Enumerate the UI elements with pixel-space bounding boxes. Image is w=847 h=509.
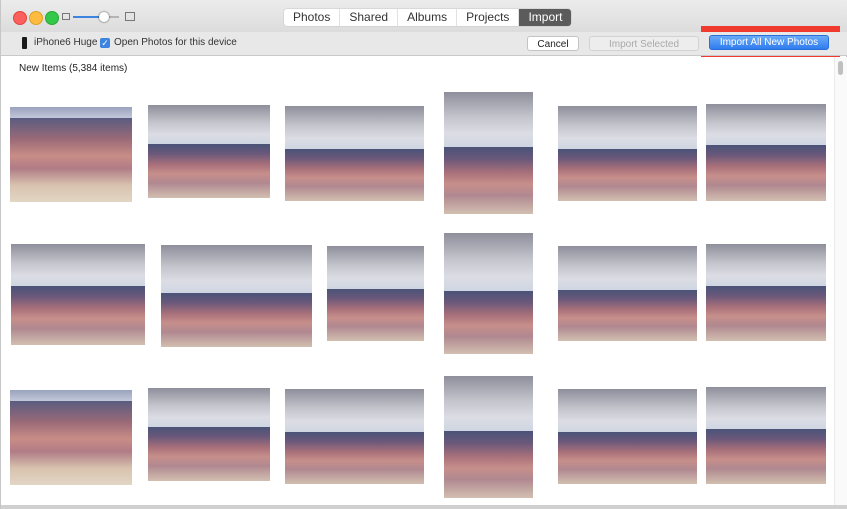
sky-region [10,107,132,118]
photo-thumbnail[interactable] [444,233,533,354]
canyon-region [10,118,132,202]
canyon-region [444,291,533,354]
photo-thumbnail[interactable] [148,105,270,198]
open-photos-label[interactable]: Open Photos for this device [114,37,237,48]
photos-import-window: Photos Shared Albums Projects Import iPh… [0,0,847,509]
sky-region [285,389,424,432]
sky-region [285,106,424,149]
tab-photos[interactable]: Photos [284,9,341,26]
sky-region [444,92,533,147]
canyon-region [444,147,533,214]
canyon-region [706,286,826,341]
large-thumbnail-icon[interactable] [125,12,135,21]
photo-thumbnail[interactable] [327,246,424,341]
iphone-icon [22,37,27,49]
sky-region [558,389,697,432]
photo-thumbnail[interactable] [558,246,697,341]
sky-region [558,106,697,149]
tab-albums[interactable]: Albums [398,9,458,26]
canyon-region [285,149,424,201]
view-tabs: Photos Shared Albums Projects Import [284,9,572,26]
canyon-region [10,401,132,485]
sky-region [444,376,533,431]
sky-region [706,244,826,286]
photo-thumbnail[interactable] [10,390,132,485]
cancel-button[interactable]: Cancel [527,36,579,51]
tab-projects[interactable]: Projects [457,9,520,26]
import-all-new-photos-button[interactable]: Import All New Photos [709,35,829,50]
photo-thumbnail[interactable] [285,389,424,484]
section-title: New Items (5,384 items) [19,63,128,74]
photo-thumbnail[interactable] [558,389,697,484]
sky-region [706,387,826,429]
small-thumbnail-icon[interactable] [62,13,70,20]
canyon-region [161,293,312,347]
window-bottom-edge [1,505,847,509]
import-selected-button[interactable]: Import Selected [589,36,699,51]
minimize-window-button[interactable] [29,11,43,25]
canyon-region [444,431,533,498]
photo-thumbnail[interactable] [11,244,145,345]
photo-thumbnail[interactable] [10,107,132,202]
sky-region [11,244,145,286]
fullscreen-window-button[interactable] [45,11,59,25]
thumbnail-size-slider[interactable] [73,16,119,18]
photo-thumbnail[interactable] [148,388,270,481]
canyon-region [327,289,424,341]
sky-region [444,233,533,291]
canyon-region [558,149,697,201]
open-photos-checkbox[interactable]: ✓ [100,38,110,48]
photo-thumbnail[interactable] [285,106,424,201]
vertical-scrollbar[interactable] [834,57,847,509]
canyon-region [285,432,424,484]
slider-knob[interactable] [99,12,109,22]
photo-thumbnail[interactable] [706,104,826,201]
sky-region [161,245,312,293]
canyon-region [148,427,270,481]
sky-region [706,104,826,145]
device-name: iPhone6 Huge [34,37,98,48]
photo-thumbnail[interactable] [558,106,697,201]
sky-region [148,105,270,144]
canyon-region [148,144,270,198]
photo-thumbnail[interactable] [444,376,533,498]
sky-region [327,246,424,289]
photo-thumbnail[interactable] [161,245,312,347]
sky-region [148,388,270,427]
photo-thumbnail[interactable] [706,387,826,484]
tab-import[interactable]: Import [519,9,572,26]
canyon-region [558,432,697,484]
sky-region [10,390,132,401]
photo-thumbnail[interactable] [444,92,533,214]
scroll-thumb[interactable] [838,61,843,75]
canyon-region [706,145,826,201]
tab-shared[interactable]: Shared [340,9,399,26]
canyon-region [558,290,697,341]
photo-thumbnail[interactable] [706,244,826,341]
canyon-region [706,429,826,484]
sky-region [558,246,697,290]
close-window-button[interactable] [13,11,27,25]
canyon-region [11,286,145,345]
